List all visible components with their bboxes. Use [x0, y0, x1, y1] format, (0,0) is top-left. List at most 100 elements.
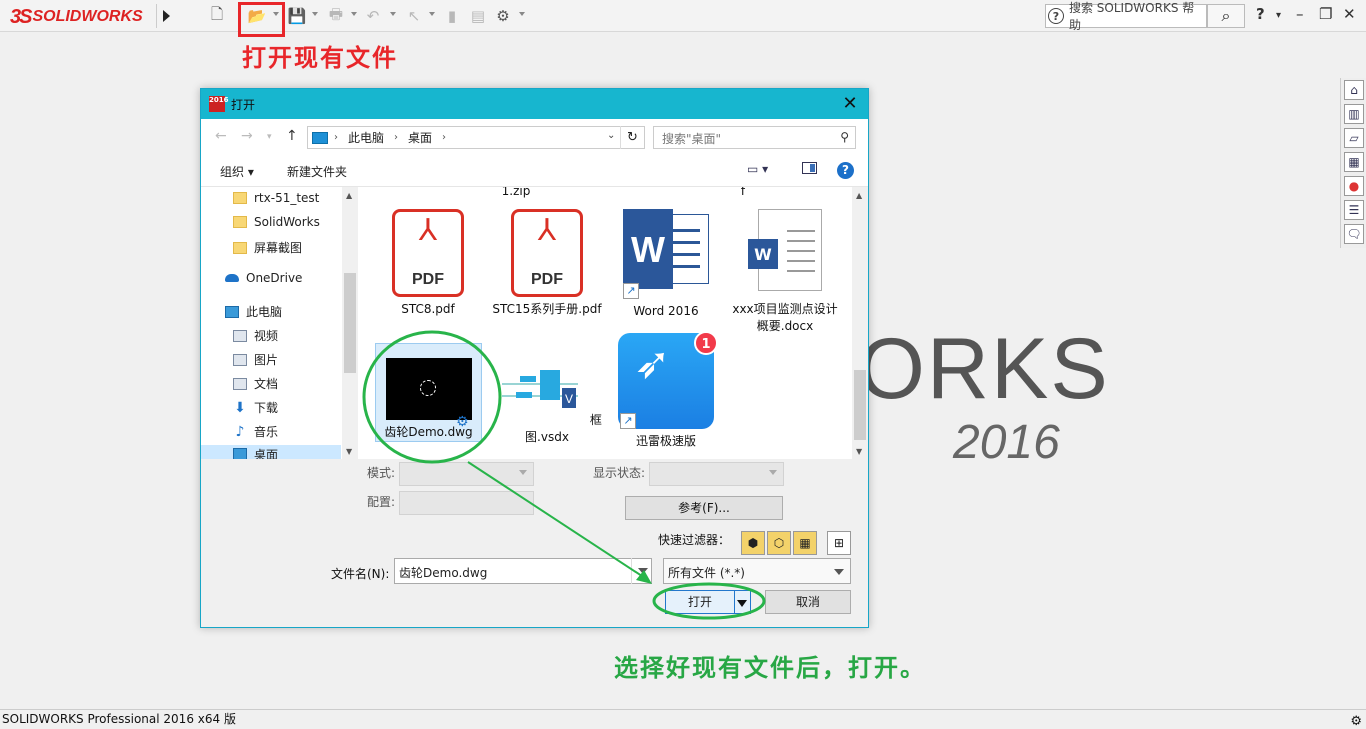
refresh-icon[interactable]: ↻ [620, 126, 644, 149]
tree-item-this-pc[interactable]: 此电脑 [225, 303, 282, 320]
file-item-xunlei[interactable]: ➶ 1 ↗ 迅雷极速版 [611, 331, 721, 450]
tree-item-screenshots[interactable]: 屏幕截图 [233, 239, 302, 256]
scroll-thumb[interactable] [344, 273, 356, 373]
help-dropdown-icon[interactable]: ▾ [1276, 10, 1281, 21]
tree-item-desktop[interactable]: 桌面 [201, 445, 341, 459]
recent-locations-icon[interactable]: ▾ [267, 132, 272, 142]
undo-icon[interactable]: ↶ [362, 5, 384, 27]
reference-button[interactable]: 参考(F)... [625, 496, 783, 520]
scroll-thumb[interactable] [854, 370, 866, 440]
file-item-xxx-docx[interactable]: W xxx项目监测点设计概要.docx [730, 209, 840, 335]
file-item-partial[interactable]: f [738, 187, 748, 200]
home-icon[interactable]: ⌂ [1344, 80, 1364, 100]
search-icon[interactable]: ⌕ [1207, 4, 1245, 28]
tree-item-documents[interactable]: 文档 [233, 375, 278, 392]
tree-item-solidworks[interactable]: SolidWorks [233, 215, 320, 229]
file-item-stc15-pdf[interactable]: ⅄ PDF STC15系列手册.pdf [492, 209, 602, 318]
print-dropdown-arrow[interactable] [351, 12, 357, 16]
config-label: 配置: [367, 495, 396, 509]
desktop-icon [233, 448, 247, 459]
tree-item-pictures[interactable]: 图片 [233, 351, 278, 368]
scroll-down-arrow[interactable]: ▼ [346, 447, 352, 456]
file-explorer-icon[interactable]: ▱ [1344, 128, 1364, 148]
display-state-label: 显示状态: [593, 466, 646, 480]
change-view-icon[interactable]: ▭ ▾ [747, 162, 768, 176]
undo-dropdown-arrow[interactable] [390, 12, 396, 16]
select-dropdown-arrow[interactable] [429, 12, 435, 16]
address-dropdown-icon[interactable]: ⌄ [607, 130, 615, 141]
cancel-button[interactable]: 取消 [765, 590, 851, 614]
tree-item-rtx-51-test[interactable]: rtx-51_test [233, 191, 319, 205]
brand-year-text: 2016 [953, 416, 1060, 469]
file-properties-icon[interactable]: ▤ [467, 5, 489, 27]
open-button[interactable]: 打开 [665, 590, 735, 614]
rebuild-icon[interactable]: ▮ [441, 5, 463, 27]
forum-icon[interactable]: 🗨 [1344, 224, 1364, 244]
custom-properties-icon[interactable]: ☰ [1344, 200, 1364, 220]
minimize-icon[interactable]: – [1296, 5, 1304, 23]
scroll-up-arrow[interactable]: ▲ [856, 191, 862, 200]
new-document-icon[interactable]: 🗋 [206, 5, 228, 27]
appearances-icon[interactable]: ● [1344, 176, 1364, 196]
docx-file-icon: W [748, 209, 822, 291]
file-name: STC8.pdf [401, 302, 455, 316]
filetype-select[interactable]: 所有文件 (*.*) [663, 558, 851, 584]
shortcut-arrow-icon: ↗ [623, 283, 639, 299]
scroll-up-arrow[interactable]: ▲ [346, 191, 352, 200]
dialog-title-bar[interactable]: 2016 打开 ✕ [201, 89, 868, 119]
filter-all-icon[interactable]: ⊞ [827, 531, 851, 555]
file-item-diagram-vsdx[interactable]: V 框图.vsdx [492, 358, 602, 446]
select-cursor-icon[interactable]: ↖ [403, 5, 425, 27]
tree-item-music[interactable]: ♪ 音乐 [233, 423, 278, 440]
save-dropdown-arrow[interactable] [312, 12, 318, 16]
dialog-title: 打开 [231, 98, 256, 112]
filter-assemblies-icon[interactable]: ⬡ [767, 531, 791, 555]
organize-menu[interactable]: 组织 ▾ [220, 163, 254, 180]
open-options-dropdown-icon[interactable] [735, 590, 751, 614]
file-item-stc8-pdf[interactable]: ⅄ PDF STC8.pdf [373, 209, 483, 318]
print-icon[interactable]: 🖶 [325, 5, 347, 27]
tree-item-downloads[interactable]: ⬇ 下载 [233, 399, 278, 416]
file-list-scrollbar[interactable]: ▲ ▼ [852, 187, 868, 459]
help-search-input[interactable]: ? 搜索 SOLIDWORKS 帮助 [1045, 1, 1207, 32]
options-dropdown-arrow[interactable] [519, 12, 525, 16]
config-select[interactable] [399, 491, 534, 515]
display-state-select[interactable] [649, 462, 784, 486]
dialog-help-icon[interactable]: ? [837, 162, 854, 179]
forward-arrow-icon[interactable]: → [241, 128, 253, 144]
back-arrow-icon[interactable]: ← [215, 128, 227, 144]
menu-expand-arrow[interactable] [156, 4, 174, 28]
options-gear-icon[interactable]: ⚙ [492, 5, 514, 27]
save-icon[interactable]: 💾 [286, 5, 308, 27]
mode-select[interactable] [399, 462, 534, 486]
restore-icon[interactable]: ❐ [1319, 5, 1332, 23]
filename-dropdown-icon[interactable] [631, 558, 652, 584]
up-arrow-icon[interactable]: ↑ [286, 128, 298, 144]
tree-item-onedrive[interactable]: OneDrive [225, 271, 302, 285]
address-bar[interactable]: › 此电脑 › 桌面 › [307, 126, 645, 149]
help-icon[interactable]: ? [1256, 5, 1265, 23]
new-folder-button[interactable]: 新建文件夹 [287, 163, 347, 180]
filename-input[interactable]: 齿轮Demo.dwg [394, 558, 652, 584]
open-file-dialog: 2016 打开 ✕ ← → ▾ ↑ › 此电脑 › 桌面 › ⌄ ↻ 搜索"桌面… [200, 88, 869, 628]
filter-parts-icon[interactable]: ⬢ [741, 531, 765, 555]
music-icon: ♪ [235, 423, 245, 440]
folder-search-input[interactable]: 搜索"桌面" ⚲ [653, 126, 856, 149]
breadcrumb-pc[interactable]: 此电脑 [348, 129, 384, 146]
file-list: 1.zip f ⅄ PDF STC8.pdf ⅄ PDF STC15系列手册.pdf… [358, 187, 852, 459]
navigation-scrollbar[interactable]: ▲ ▼ [342, 187, 358, 459]
file-item-partial[interactable]: 1.zip [461, 187, 571, 200]
dialog-close-icon[interactable]: ✕ [838, 92, 862, 116]
file-item-word-2016[interactable]: W ↗ Word 2016 [611, 209, 721, 320]
file-item-gear-demo-dwg[interactable]: ⚙ 齿轮Demo.dwg [375, 343, 482, 442]
preview-pane-icon[interactable] [802, 162, 817, 174]
filter-drawings-icon[interactable]: ▦ [793, 531, 817, 555]
design-library-icon[interactable]: ▥ [1344, 104, 1364, 124]
scroll-down-arrow[interactable]: ▼ [856, 447, 862, 456]
breadcrumb-desktop[interactable]: 桌面 [408, 129, 432, 146]
close-icon[interactable]: ✕ [1343, 5, 1356, 23]
status-settings-icon[interactable]: ⚙ [1350, 712, 1362, 729]
view-palette-icon[interactable]: ▦ [1344, 152, 1364, 172]
solidworks-logo[interactable]: 3S SOLIDWORKS [10, 2, 156, 32]
tree-item-videos[interactable]: 视频 [233, 327, 278, 344]
